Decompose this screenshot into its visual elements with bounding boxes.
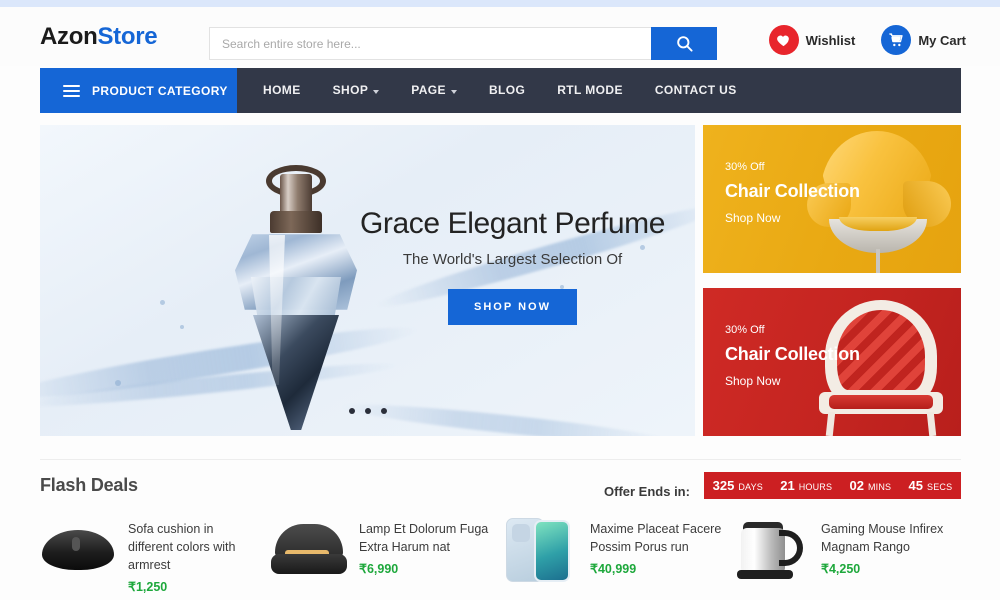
countdown-days: 325 DAYS — [713, 478, 763, 493]
product-name: Gaming Mouse Infirex Magnam Rango — [821, 522, 944, 555]
product-thumbnail-sandwich-maker — [269, 508, 349, 588]
nav-item-label: SHOP — [332, 83, 369, 97]
product-price: ₹4,250 — [821, 562, 861, 577]
promo-content: 30% Off Chair Collection Shop Now — [725, 161, 860, 225]
product-card[interactable]: Lamp Et Dolorum Fuga Extra Harum nat ₹6,… — [269, 508, 500, 594]
search-input[interactable] — [209, 27, 651, 60]
countdown-value: 45 — [908, 478, 923, 493]
promo-discount: 30% Off — [725, 324, 765, 336]
product-category-button[interactable]: PRODUCT CATEGORY — [40, 68, 237, 113]
countdown-value: 02 — [849, 478, 864, 493]
product-price: ₹6,990 — [359, 562, 399, 577]
nav-links: HOME SHOP PAGE BLOG RTL MODE CONTACT US — [237, 68, 753, 113]
header-actions: Wishlist My Cart — [768, 25, 966, 55]
hamburger-icon — [63, 84, 80, 97]
product-name: Maxime Placeat Facere Possim Porus run — [590, 522, 722, 555]
section-divider — [40, 459, 961, 460]
nav-item-page[interactable]: PAGE — [395, 68, 473, 113]
page-root: AzonStore Wishlist — [0, 0, 1000, 600]
top-accent-strip — [0, 0, 1000, 7]
product-price: ₹1,250 — [128, 580, 168, 595]
nav-item-label: HOME — [263, 83, 301, 97]
nav-item-home[interactable]: HOME — [247, 68, 317, 113]
promo-title: Chair Collection — [725, 344, 860, 364]
countdown-hours: 21 HOURS — [780, 478, 832, 493]
hero-content: Grace Elegant Perfume The World's Larges… — [340, 207, 685, 325]
shopping-cart-icon — [881, 25, 912, 55]
heart-icon — [768, 25, 799, 55]
wishlist-button[interactable]: Wishlist — [768, 25, 856, 55]
nav-item-label: RTL MODE — [557, 83, 623, 97]
nav-item-shop[interactable]: SHOP — [317, 68, 396, 113]
site-header: AzonStore Wishlist — [0, 7, 1000, 66]
hero-slider[interactable]: Grace Elegant Perfume The World's Larges… — [40, 125, 695, 436]
nav-item-label: BLOG — [488, 83, 526, 97]
slider-dot[interactable] — [380, 408, 387, 414]
slider-dot[interactable] — [348, 408, 355, 414]
product-card[interactable]: Sofa cushion in different colors with ar… — [38, 508, 269, 594]
product-info: Lamp Et Dolorum Fuga Extra Harum nat ₹6,… — [359, 508, 492, 594]
promo-discount: 30% Off — [725, 161, 765, 173]
slider-dots — [40, 408, 695, 414]
promo-banner-chair-red[interactable]: 30% Off Chair Collection Shop Now — [703, 288, 961, 436]
search-button[interactable] — [651, 27, 717, 60]
countdown-secs: 45 SECS — [909, 478, 953, 493]
logo-text-primary: Azon — [40, 22, 98, 50]
site-logo[interactable]: AzonStore — [40, 22, 158, 51]
flash-deals-title: Flash Deals — [40, 475, 138, 495]
nav-item-blog[interactable]: BLOG — [473, 68, 541, 113]
chevron-down-icon — [373, 89, 380, 94]
chevron-down-icon — [450, 89, 457, 94]
logo-text-secondary: Store — [97, 22, 158, 50]
promo-title: Chair Collection — [725, 181, 860, 201]
promo-shop-now-link[interactable]: Shop Now — [725, 211, 860, 225]
nav-item-label: CONTACT US — [654, 83, 737, 97]
promo-content: 30% Off Chair Collection Shop Now — [725, 324, 860, 388]
product-name: Sofa cushion in different colors with ar… — [128, 522, 236, 573]
wishlist-label: Wishlist — [805, 32, 856, 48]
flash-deals-list: Sofa cushion in different colors with ar… — [38, 508, 962, 594]
slider-dot[interactable] — [364, 408, 371, 414]
main-navigation: PRODUCT CATEGORY HOME SHOP PAGE BLOG RTL… — [40, 68, 961, 113]
cart-label: My Cart — [918, 32, 966, 48]
hero-subtitle: The World's Largest Selection Of — [402, 251, 623, 268]
product-thumbnail-computer-mouse — [38, 508, 118, 588]
product-info: Sofa cushion in different colors with ar… — [128, 508, 261, 594]
product-card[interactable]: Maxime Placeat Facere Possim Porus run ₹… — [500, 508, 731, 594]
product-thumbnail-smartphone — [500, 508, 580, 588]
product-info: Maxime Placeat Facere Possim Porus run ₹… — [590, 508, 723, 594]
countdown-value: 325 — [712, 478, 735, 493]
promo-banner-chair-yellow[interactable]: 30% Off Chair Collection Shop Now — [703, 125, 961, 273]
product-name: Lamp Et Dolorum Fuga Extra Harum nat — [359, 522, 489, 555]
cart-button[interactable]: My Cart — [881, 25, 966, 55]
countdown-unit: MINS — [867, 482, 892, 492]
product-price: ₹40,999 — [590, 562, 637, 577]
promo-shop-now-link[interactable]: Shop Now — [725, 374, 860, 388]
nav-item-rtl-mode[interactable]: RTL MODE — [541, 68, 639, 113]
countdown-unit: SECS — [927, 482, 953, 492]
product-category-label: PRODUCT CATEGORY — [92, 83, 228, 98]
offer-ends-label: Offer Ends in: — [604, 484, 690, 499]
search-bar — [209, 27, 717, 60]
countdown-unit: HOURS — [798, 482, 833, 492]
hero-title: Grace Elegant Perfume — [359, 207, 666, 240]
product-info: Gaming Mouse Infirex Magnam Rango ₹4,250 — [821, 508, 954, 594]
countdown-timer: 325 DAYS 21 HOURS 02 MINS 45 SECS — [704, 472, 961, 499]
search-icon — [676, 36, 693, 52]
countdown-value: 21 — [780, 478, 795, 493]
countdown-unit: DAYS — [738, 482, 763, 492]
hero-shop-now-button[interactable]: SHOP NOW — [448, 289, 577, 325]
product-thumbnail-electric-kettle — [731, 508, 811, 588]
product-card[interactable]: Gaming Mouse Infirex Magnam Rango ₹4,250 — [731, 508, 962, 594]
nav-item-contact-us[interactable]: CONTACT US — [639, 68, 753, 113]
countdown-mins: 02 MINS — [849, 478, 891, 493]
nav-item-label: PAGE — [411, 83, 446, 97]
